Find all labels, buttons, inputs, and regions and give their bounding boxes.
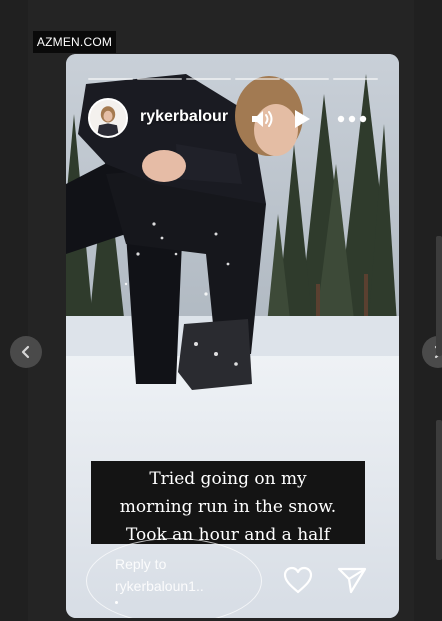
left-backdrop xyxy=(0,0,28,621)
story-caption: Tried going on my morning run in the sno… xyxy=(91,461,365,544)
caption-line: Took an hour and a half xyxy=(125,525,331,544)
reply-placeholder-line: Reply to xyxy=(115,556,167,572)
progress-segment xyxy=(88,78,133,80)
heart-icon xyxy=(283,566,313,594)
mute-button[interactable] xyxy=(250,108,274,130)
caption-line: morning run in the snow. xyxy=(119,497,337,517)
progress-segment xyxy=(137,78,182,80)
progress-segment xyxy=(235,78,280,80)
caption-line: Tried going on my xyxy=(149,469,307,489)
watermark-label: AZMEN.COM xyxy=(33,31,116,53)
play-button[interactable] xyxy=(290,108,314,130)
reply-cursor-dot xyxy=(115,601,118,604)
reply-placeholder: Reply to rykerbaloun1.. xyxy=(115,553,204,597)
reply-placeholder-line: rykerbaloun1.. xyxy=(115,578,204,594)
send-icon xyxy=(337,567,367,594)
reply-input[interactable]: Reply to rykerbaloun1.. xyxy=(86,538,262,618)
story-username[interactable]: rykerbalour xyxy=(140,108,232,126)
speaker-icon xyxy=(252,111,273,127)
play-icon xyxy=(295,110,310,128)
more-icon xyxy=(337,115,367,123)
more-options-button[interactable] xyxy=(336,108,368,130)
story-viewer[interactable]: rykerbalour Tried going on my morning ru… xyxy=(66,54,399,618)
chevron-left-icon xyxy=(21,345,30,359)
profile-photo xyxy=(90,100,126,136)
progress-segment xyxy=(284,78,329,80)
previous-story-button[interactable] xyxy=(10,336,42,368)
side-scroll-indicator-lower xyxy=(436,420,442,560)
side-scroll-indicator xyxy=(436,236,442,356)
progress-segment xyxy=(333,78,378,80)
share-button[interactable] xyxy=(336,564,368,596)
like-button[interactable] xyxy=(282,564,314,596)
story-progress-bar xyxy=(88,78,378,81)
progress-segment xyxy=(186,78,231,80)
avatar[interactable] xyxy=(88,98,128,138)
